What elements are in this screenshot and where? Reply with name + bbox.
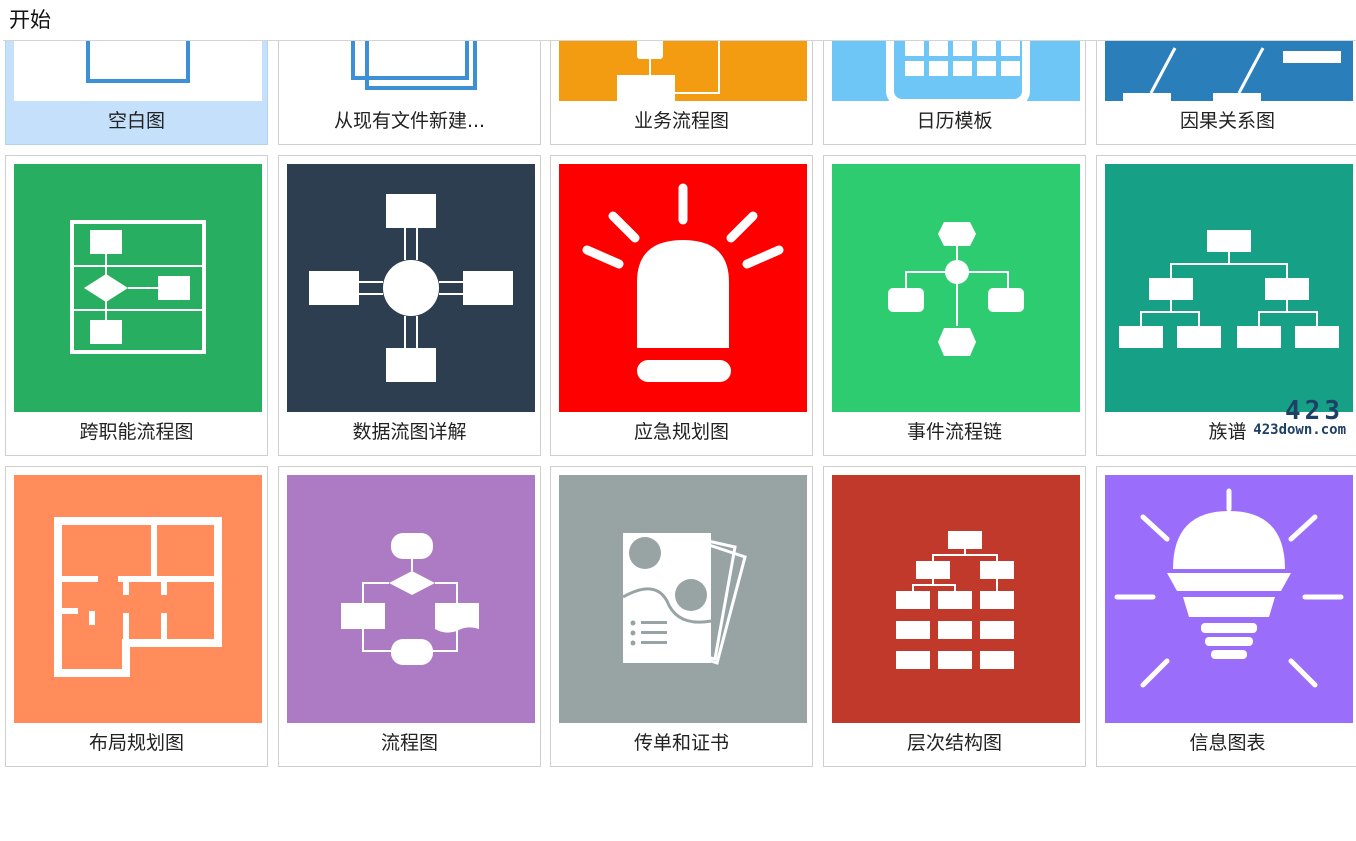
blank-page-icon <box>86 41 190 83</box>
page-title: 开始 <box>9 8 51 32</box>
template-thumbnail <box>832 164 1080 412</box>
template-label: 信息图表 <box>1189 732 1266 754</box>
business-flow-icon <box>617 41 720 101</box>
template-tile[interactable]: 从现有文件新建... <box>278 41 541 145</box>
template-tile[interactable]: 因果关系图 <box>1096 41 1356 145</box>
template-label: 布局规划图 <box>88 732 184 754</box>
template-thumbnail <box>1105 41 1353 101</box>
template-tile[interactable]: 数据流图详解 <box>278 155 541 456</box>
hierarchy-icon <box>896 531 1014 669</box>
template-thumbnail <box>14 475 262 723</box>
template-label: 业务流程图 <box>633 110 729 132</box>
template-tile[interactable]: 空白图 <box>5 41 268 145</box>
template-thumbnail <box>559 41 807 101</box>
template-label: 因果关系图 <box>1179 110 1275 132</box>
template-thumbnail <box>1105 164 1353 412</box>
flowchart-icon <box>341 533 479 665</box>
template-label: 日历模板 <box>916 110 993 132</box>
calendar-icon <box>886 41 1030 101</box>
alarm-light-icon <box>582 183 784 382</box>
template-label: 族谱 <box>1208 421 1247 443</box>
template-thumbnail <box>14 41 262 101</box>
template-thumbnail <box>287 475 535 723</box>
template-thumbnail <box>832 41 1080 101</box>
template-tile[interactable]: 流程图 <box>278 466 541 767</box>
template-thumbnail <box>14 164 262 412</box>
stacked-pages-icon <box>351 41 477 90</box>
template-thumbnail <box>832 475 1080 723</box>
template-label: 流程图 <box>380 732 438 754</box>
template-label: 应急规划图 <box>633 421 729 443</box>
template-tile[interactable]: 布局规划图 <box>5 466 268 767</box>
template-tile[interactable]: 跨职能流程图 <box>5 155 268 456</box>
template-thumbnail <box>1105 475 1353 723</box>
template-tile[interactable]: 事件流程链 <box>823 155 1086 456</box>
header: 开始 <box>0 0 1356 40</box>
template-tile[interactable]: 信息图表 <box>1096 466 1356 767</box>
family-tree-icon <box>1119 230 1339 348</box>
light-bulb-icon <box>1114 488 1344 688</box>
template-tile[interactable]: 业务流程图 <box>550 41 813 145</box>
template-thumbnail <box>287 164 535 412</box>
template-gallery[interactable]: 空白图 从现有文件新建... 业务流程图 日历模板 因果关系图跨职能流程图 数据流图详解 应… <box>0 41 1356 841</box>
cross-functional-flow-icon <box>70 220 206 354</box>
template-tile[interactable]: 层次结构图 <box>823 466 1086 767</box>
floor-plan-icon <box>54 517 222 677</box>
template-label: 事件流程链 <box>906 421 1002 443</box>
template-tile[interactable]: 传单和证书 <box>550 466 813 767</box>
template-label: 层次结构图 <box>906 732 1002 754</box>
template-label: 数据流图详解 <box>352 421 467 443</box>
template-label: 从现有文件新建... <box>333 110 486 132</box>
template-thumbnail <box>559 164 807 412</box>
template-tile[interactable]: 应急规划图 <box>550 155 813 456</box>
data-flow-icon <box>309 194 513 382</box>
template-thumbnail <box>287 41 535 101</box>
template-label: 传单和证书 <box>633 732 729 754</box>
template-label: 跨职能流程图 <box>79 421 194 443</box>
template-label: 空白图 <box>107 110 165 132</box>
template-tile[interactable]: 日历模板 <box>823 41 1086 145</box>
template-thumbnail <box>559 475 807 723</box>
template-tile[interactable]: 族谱 <box>1096 155 1356 456</box>
cause-effect-icon <box>1123 47 1341 101</box>
event-chain-icon <box>888 222 1024 356</box>
flyer-certificate-icon <box>622 533 747 665</box>
